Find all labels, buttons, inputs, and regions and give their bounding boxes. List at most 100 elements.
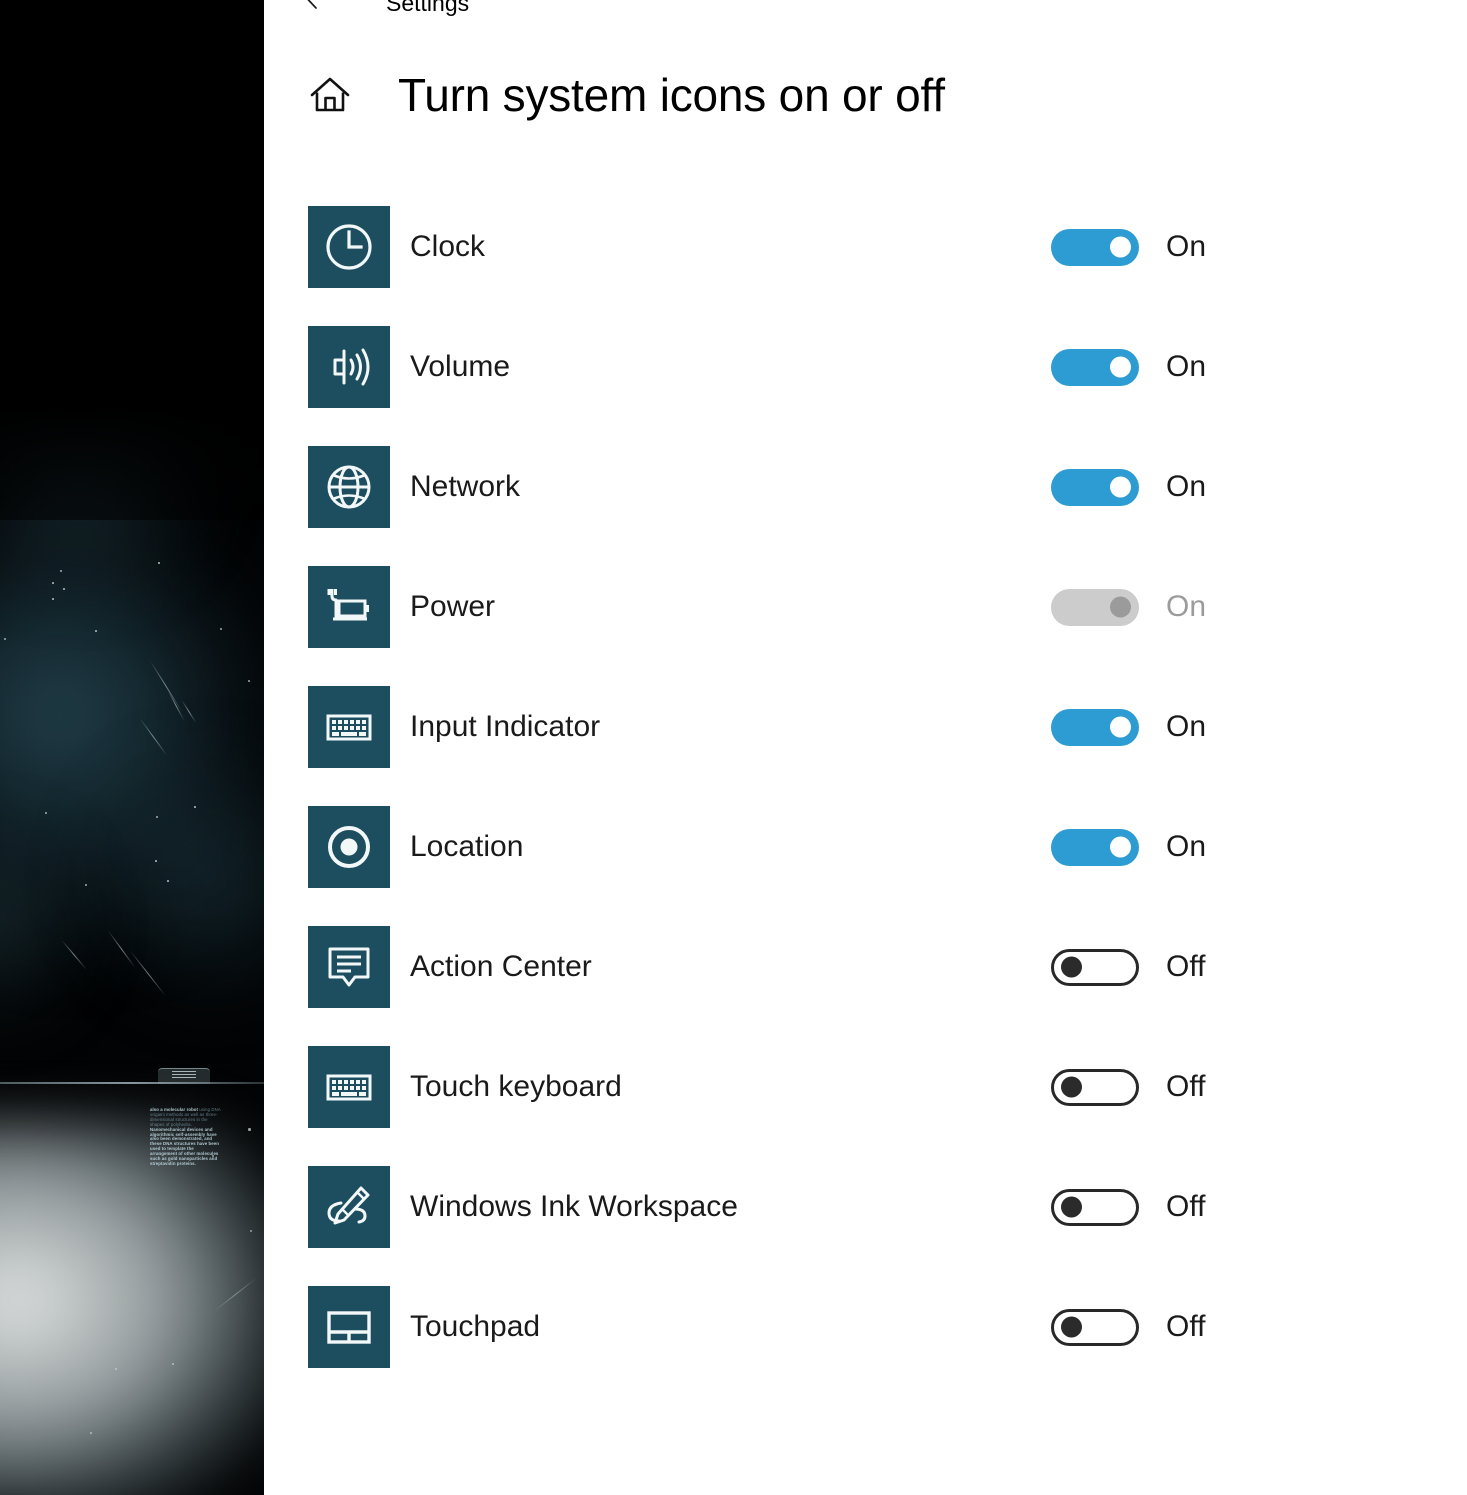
location-icon-tile: [308, 806, 390, 888]
keyboard-icon: [326, 714, 372, 741]
table-row: Touchpad Off: [264, 1276, 1467, 1396]
system-icons-list: Clock On Volume On Network On Power On I…: [264, 196, 1467, 1396]
toggle-knob: [1110, 476, 1131, 498]
state-label: Off: [1166, 1070, 1206, 1103]
star: [220, 628, 222, 630]
touchpad-icon-tile: [308, 1286, 390, 1368]
volume-icon-tile: [308, 326, 390, 408]
light-streak: [61, 940, 87, 970]
power-icon-tile: [308, 566, 390, 648]
network-globe-icon: [327, 465, 371, 509]
back-button[interactable]: [290, 0, 338, 24]
light-streak: [167, 690, 185, 721]
wallpaper-notch: [158, 1068, 210, 1084]
home-icon[interactable]: [308, 73, 352, 117]
toggle-knob: [1061, 1316, 1082, 1338]
page-header: Turn system icons on or off: [264, 72, 945, 118]
toggle-knob: [1061, 956, 1082, 978]
app-title: Settings: [386, 0, 470, 16]
row-label: Clock: [410, 230, 486, 263]
wallpaper-dark-top: [0, 0, 264, 520]
state-label: On: [1166, 710, 1207, 743]
star: [194, 806, 196, 808]
star: [155, 860, 157, 862]
star: [95, 630, 97, 632]
toggle-clock[interactable]: [1051, 206, 1139, 288]
volume-speaker-icon: [333, 348, 370, 386]
star: [85, 884, 87, 886]
toggle-volume[interactable]: [1051, 326, 1139, 408]
star: [60, 570, 62, 572]
settings-window: Settings Turn system icons on or off Clo…: [264, 0, 1467, 1495]
row-label: Action Center: [410, 950, 592, 983]
clock-icon: [326, 224, 372, 270]
star: [156, 816, 158, 818]
state-label: Off: [1166, 1190, 1206, 1223]
table-row: Power On: [264, 556, 1467, 676]
power-battery-icon: [327, 589, 369, 621]
wallpaper-overlay-text: also a molecular robot using DNA origami…: [150, 1107, 221, 1166]
state-label: On: [1166, 470, 1207, 503]
toggle-knob: [1110, 716, 1131, 738]
toggle-input-indicator[interactable]: [1051, 686, 1139, 768]
settings-title-bar: Settings: [264, 0, 1467, 24]
table-row: Clock On: [264, 196, 1467, 316]
light-streak: [107, 930, 136, 969]
touchpad-icon: [327, 1311, 371, 1344]
table-row: Network On: [264, 436, 1467, 556]
toggle-knob: [1110, 356, 1131, 378]
back-arrow-icon: [307, 0, 317, 9]
row-label: Windows Ink Workspace: [410, 1190, 738, 1223]
nebula-glow-1: [0, 520, 264, 950]
toggle-knob: [1110, 596, 1131, 618]
table-row: Action Center Off: [264, 916, 1467, 1036]
table-row: Volume On: [264, 316, 1467, 436]
star: [167, 880, 169, 882]
star: [248, 680, 250, 682]
star: [158, 562, 160, 564]
wallpaper-horizon-line: [0, 1082, 264, 1084]
toggle-power[interactable]: [1051, 566, 1139, 648]
state-label: On: [1166, 350, 1207, 383]
toggle-network[interactable]: [1051, 446, 1139, 528]
action-center-icon: [328, 947, 370, 987]
row-label: Location: [410, 830, 524, 863]
table-row: Location On: [264, 796, 1467, 916]
state-label: On: [1166, 830, 1207, 863]
star: [4, 638, 6, 640]
toggle-knob: [1110, 836, 1131, 858]
row-label: Volume: [410, 350, 511, 383]
table-row: Input Indicator On: [264, 676, 1467, 796]
toggle-action-center[interactable]: [1051, 926, 1139, 1008]
windows-ink-icon-tile: [308, 1166, 390, 1248]
pen-ink-icon: [327, 1186, 370, 1225]
toggle-touch-keyboard[interactable]: [1051, 1046, 1139, 1128]
toggle-touchpad[interactable]: [1051, 1286, 1139, 1368]
wallpaper-bright-blob: [0, 1120, 264, 1495]
light-streak: [149, 660, 183, 712]
star: [45, 812, 47, 814]
desktop-wallpaper: also a molecular robot using DNA origami…: [0, 0, 264, 1495]
page-title: Turn system icons on or off: [398, 69, 945, 121]
star: [63, 588, 65, 590]
light-streak: [129, 950, 167, 997]
table-row: Touch keyboard Off: [264, 1036, 1467, 1156]
row-label: Input Indicator: [410, 710, 601, 743]
toggle-knob: [1061, 1196, 1082, 1218]
toggle-knob: [1110, 236, 1131, 258]
keyboard-icon: [326, 1074, 372, 1101]
row-label: Touchpad: [410, 1310, 541, 1343]
input-indicator-icon-tile: [308, 686, 390, 768]
toggle-windows-ink[interactable]: [1051, 1166, 1139, 1248]
screen: also a molecular robot using DNA origami…: [0, 0, 1467, 1495]
nebula-glow-3: [80, 760, 264, 1000]
light-streak: [139, 718, 168, 757]
table-row: Windows Ink Workspace Off: [264, 1156, 1467, 1276]
row-label: Power: [410, 590, 496, 623]
state-label: Off: [1166, 1310, 1206, 1343]
action-center-icon-tile: [308, 926, 390, 1008]
row-label: Touch keyboard: [410, 1070, 622, 1103]
nebula-glow-4: [0, 830, 90, 1020]
toggle-location[interactable]: [1051, 806, 1139, 888]
clock-icon-tile: [308, 206, 390, 288]
